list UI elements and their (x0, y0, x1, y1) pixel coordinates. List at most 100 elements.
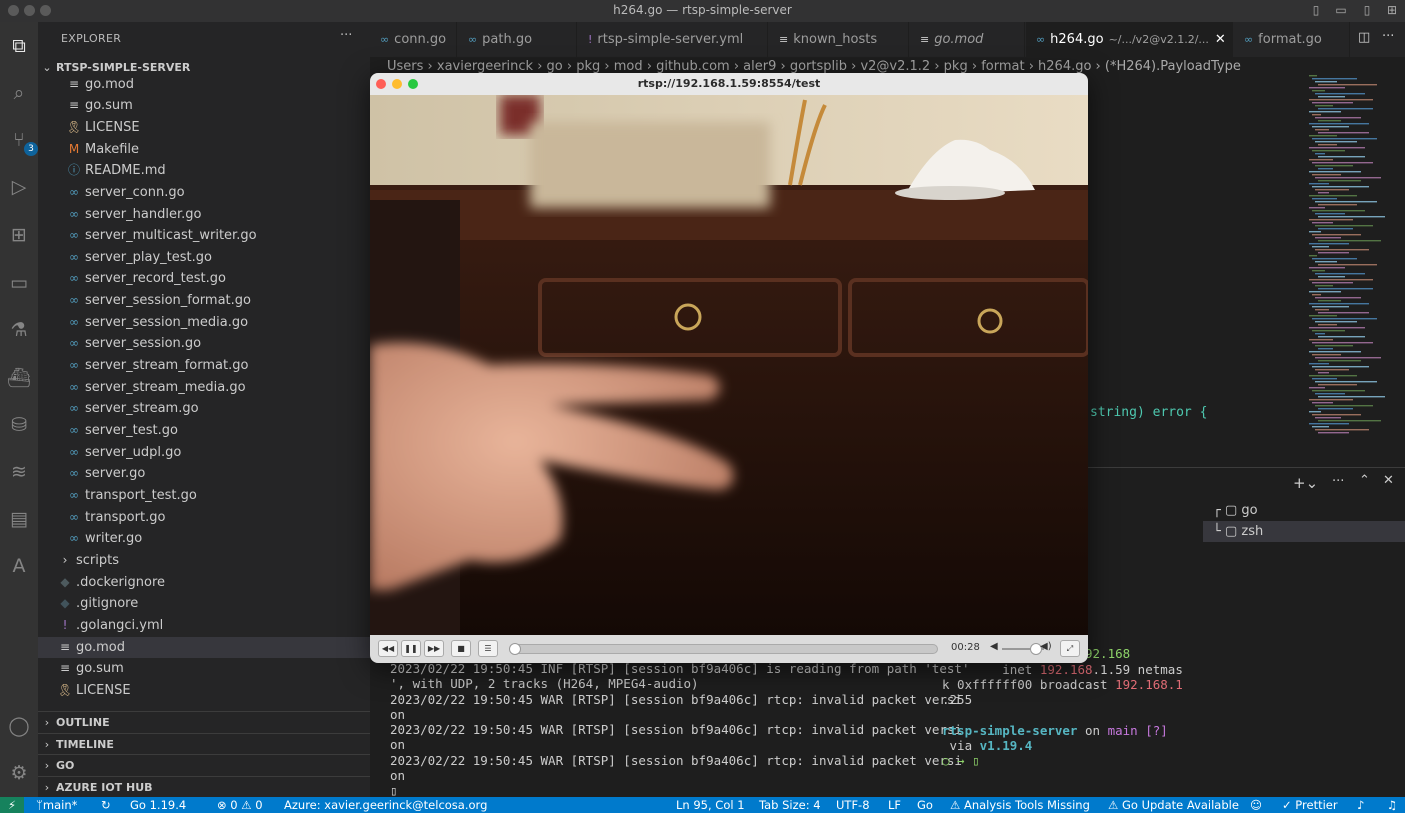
status-copilot-icon[interactable]: ☺ (1250, 797, 1262, 813)
file-item[interactable]: ∞ server_session.go (38, 333, 370, 355)
close-window-button[interactable] (8, 5, 19, 16)
file-item[interactable]: ! .golangci.yml (38, 615, 370, 637)
file-item[interactable]: ∞ server_stream_format.go (38, 355, 370, 377)
azure-icon[interactable]: A (6, 553, 32, 579)
editor-more-icon[interactable]: ··· (1382, 29, 1394, 44)
breadcrumb-segment[interactable]: pkg (576, 59, 600, 74)
file-item[interactable]: ∞ server_session_media.go (38, 312, 370, 334)
status-tab-size[interactable]: Tab Size: 4 (759, 797, 821, 813)
source-control-icon[interactable]: ⑂ 3 (6, 127, 38, 156)
explorer-more-icon[interactable]: ··· (340, 28, 352, 43)
breadcrumb-segment[interactable]: (*H264).PayloadType (1105, 59, 1241, 74)
status-go-update[interactable]: ⚠ Go Update Available (1108, 797, 1239, 813)
breadcrumb-segment[interactable]: github.com (656, 59, 730, 74)
folder-item[interactable]: › scripts (38, 550, 370, 572)
terminal-instance-go[interactable]: ┌ ▢ go (1203, 500, 1405, 521)
minimap[interactable] (1305, 75, 1397, 455)
status-feedback-icon[interactable]: ♪ (1357, 797, 1364, 813)
extensions-icon[interactable]: ⊞ (6, 222, 32, 248)
pause-button[interactable]: ❚❚ (401, 640, 421, 657)
file-item[interactable]: ∞ server_stream.go (38, 398, 370, 420)
file-item[interactable]: ∞ server_stream_media.go (38, 377, 370, 399)
zoom-window-button[interactable] (40, 5, 51, 16)
status-language[interactable]: Go (917, 797, 933, 813)
file-item[interactable]: M Makefile (38, 139, 370, 161)
tab-rtsp-simple-server-yml[interactable]: ! rtsp-simple-server.yml (578, 22, 768, 57)
fullscreen-button[interactable]: ⤢ (1060, 640, 1080, 657)
run-debug-icon[interactable]: ▷ (6, 174, 32, 200)
player-minimize-button[interactable] (392, 79, 402, 89)
breadcrumb-segment[interactable]: go (547, 59, 563, 74)
status-branch[interactable]: ᛘ main* (36, 797, 77, 813)
file-item[interactable]: 🎗 LICENSE (38, 117, 370, 139)
breadcrumb-segment[interactable]: Users (387, 59, 423, 74)
tab-close-icon[interactable]: ✕ (1215, 32, 1226, 47)
video-frame[interactable] (370, 95, 1088, 635)
testing-icon[interactable]: ⚗ (6, 317, 32, 343)
sidebar-section-go[interactable]: › GO (38, 754, 370, 776)
video-player-window[interactable]: rtsp://192.168.1.59:8554/test ◀◀ ❚❚ ▶▶ ■… (370, 73, 1088, 663)
file-item[interactable]: ◆ .gitignore (38, 593, 370, 615)
file-item[interactable]: ≡ go.sum (38, 95, 370, 117)
file-item[interactable]: ≡ go.mod (38, 74, 370, 96)
breadcrumb-segment[interactable]: gortsplib (790, 59, 847, 74)
remote-explorer-icon[interactable]: ▭ (6, 270, 32, 296)
explorer-icon[interactable]: ⧉ (6, 33, 32, 59)
file-item[interactable]: ∞ server_multicast_writer.go (38, 225, 370, 247)
tab-h264-go[interactable]: ∞ h264.go ~/.../v2@v2.1.2/... ✕ (1026, 22, 1233, 57)
toggle-sidebar-icon[interactable]: ▯ (1309, 3, 1323, 17)
tab-go-mod[interactable]: ≡ go.mod (910, 22, 1025, 57)
tab-known-hosts[interactable]: ≡ known_hosts (769, 22, 909, 57)
file-item[interactable]: ∞ server_conn.go (38, 182, 370, 204)
status-problems[interactable]: ⊗ 0 ⚠ 0 (217, 797, 263, 813)
tab-conn-go[interactable]: ∞ conn.go (370, 22, 457, 57)
remote-indicator-icon[interactable]: ⚡ (0, 797, 24, 813)
panel-more-icon[interactable]: ··· (1332, 474, 1344, 489)
sidebar-section-timeline[interactable]: › TIMELINE (38, 732, 370, 755)
file-item[interactable]: 🎗 LICENSE (38, 680, 370, 702)
breadcrumb-segment[interactable]: mod (614, 59, 643, 74)
database-icon[interactable]: ⛁ (6, 412, 32, 438)
breadcrumb-segment[interactable]: format (981, 59, 1024, 74)
sync-icon[interactable]: ↻ (101, 797, 111, 813)
stop-button[interactable]: ■ (451, 640, 471, 657)
player-close-button[interactable] (376, 79, 386, 89)
layers-icon[interactable]: ≋ (6, 459, 32, 485)
status-analysis-tools[interactable]: ⚠ Analysis Tools Missing (950, 797, 1090, 813)
status-prettier[interactable]: ✓ Prettier (1282, 797, 1338, 813)
breadcrumb-segment[interactable]: xaviergeerinck (437, 59, 533, 74)
status-encoding[interactable]: UTF-8 (836, 797, 870, 813)
seek-bar[interactable] (509, 643, 938, 655)
toggle-secondary-sidebar-icon[interactable]: ▯ (1360, 3, 1374, 17)
file-item[interactable]: ∞ server_handler.go (38, 204, 370, 226)
file-item[interactable]: ∞ server_session_format.go (38, 290, 370, 312)
sidebar-section-outline[interactable]: › OUTLINE (38, 711, 370, 733)
file-item[interactable]: ≡ go.mod (38, 636, 370, 659)
file-item[interactable]: ∞ server.go (38, 463, 370, 485)
tab-format-go[interactable]: ∞ format.go (1234, 22, 1350, 57)
customize-layout-icon[interactable]: ⊞ (1385, 3, 1399, 17)
tab-path-go[interactable]: ∞ path.go (458, 22, 577, 57)
fast-forward-button[interactable]: ▶▶ (424, 640, 444, 657)
file-item[interactable]: ∞ transport_test.go (38, 485, 370, 507)
file-item[interactable]: ∞ server_record_test.go (38, 268, 370, 290)
file-item[interactable]: ∞ writer.go (38, 528, 370, 550)
breadcrumb-segment[interactable]: h264.go (1038, 59, 1091, 74)
file-item[interactable]: ⓘ README.md (38, 160, 370, 182)
close-panel-icon[interactable]: ✕ (1383, 473, 1394, 488)
file-item[interactable]: ∞ server_udpl.go (38, 442, 370, 464)
accounts-icon[interactable]: ◯ (6, 713, 32, 739)
breadcrumb-segment[interactable]: aler9 (743, 59, 776, 74)
toggle-panel-icon[interactable]: ▭ (1334, 3, 1348, 17)
player-zoom-button[interactable] (408, 79, 418, 89)
status-go-version[interactable]: Go 1.19.4 (130, 797, 186, 813)
maximize-panel-icon[interactable]: ⌃ (1359, 473, 1370, 488)
docker-icon[interactable]: ⛴ (6, 365, 32, 391)
playlist-button[interactable]: ☰ (478, 640, 498, 657)
seek-knob[interactable] (509, 643, 521, 655)
status-azure-account[interactable]: Azure: xavier.geerinck@telcosa.org (284, 797, 487, 813)
notebook-icon[interactable]: ▤ (6, 506, 32, 532)
breadcrumb-segment[interactable]: pkg (944, 59, 968, 74)
file-item[interactable]: ∞ server_play_test.go (38, 247, 370, 269)
terminal-output-left[interactable]: 2023/02/22 19:50:45 INF [RTSP] [session … (390, 661, 969, 783)
